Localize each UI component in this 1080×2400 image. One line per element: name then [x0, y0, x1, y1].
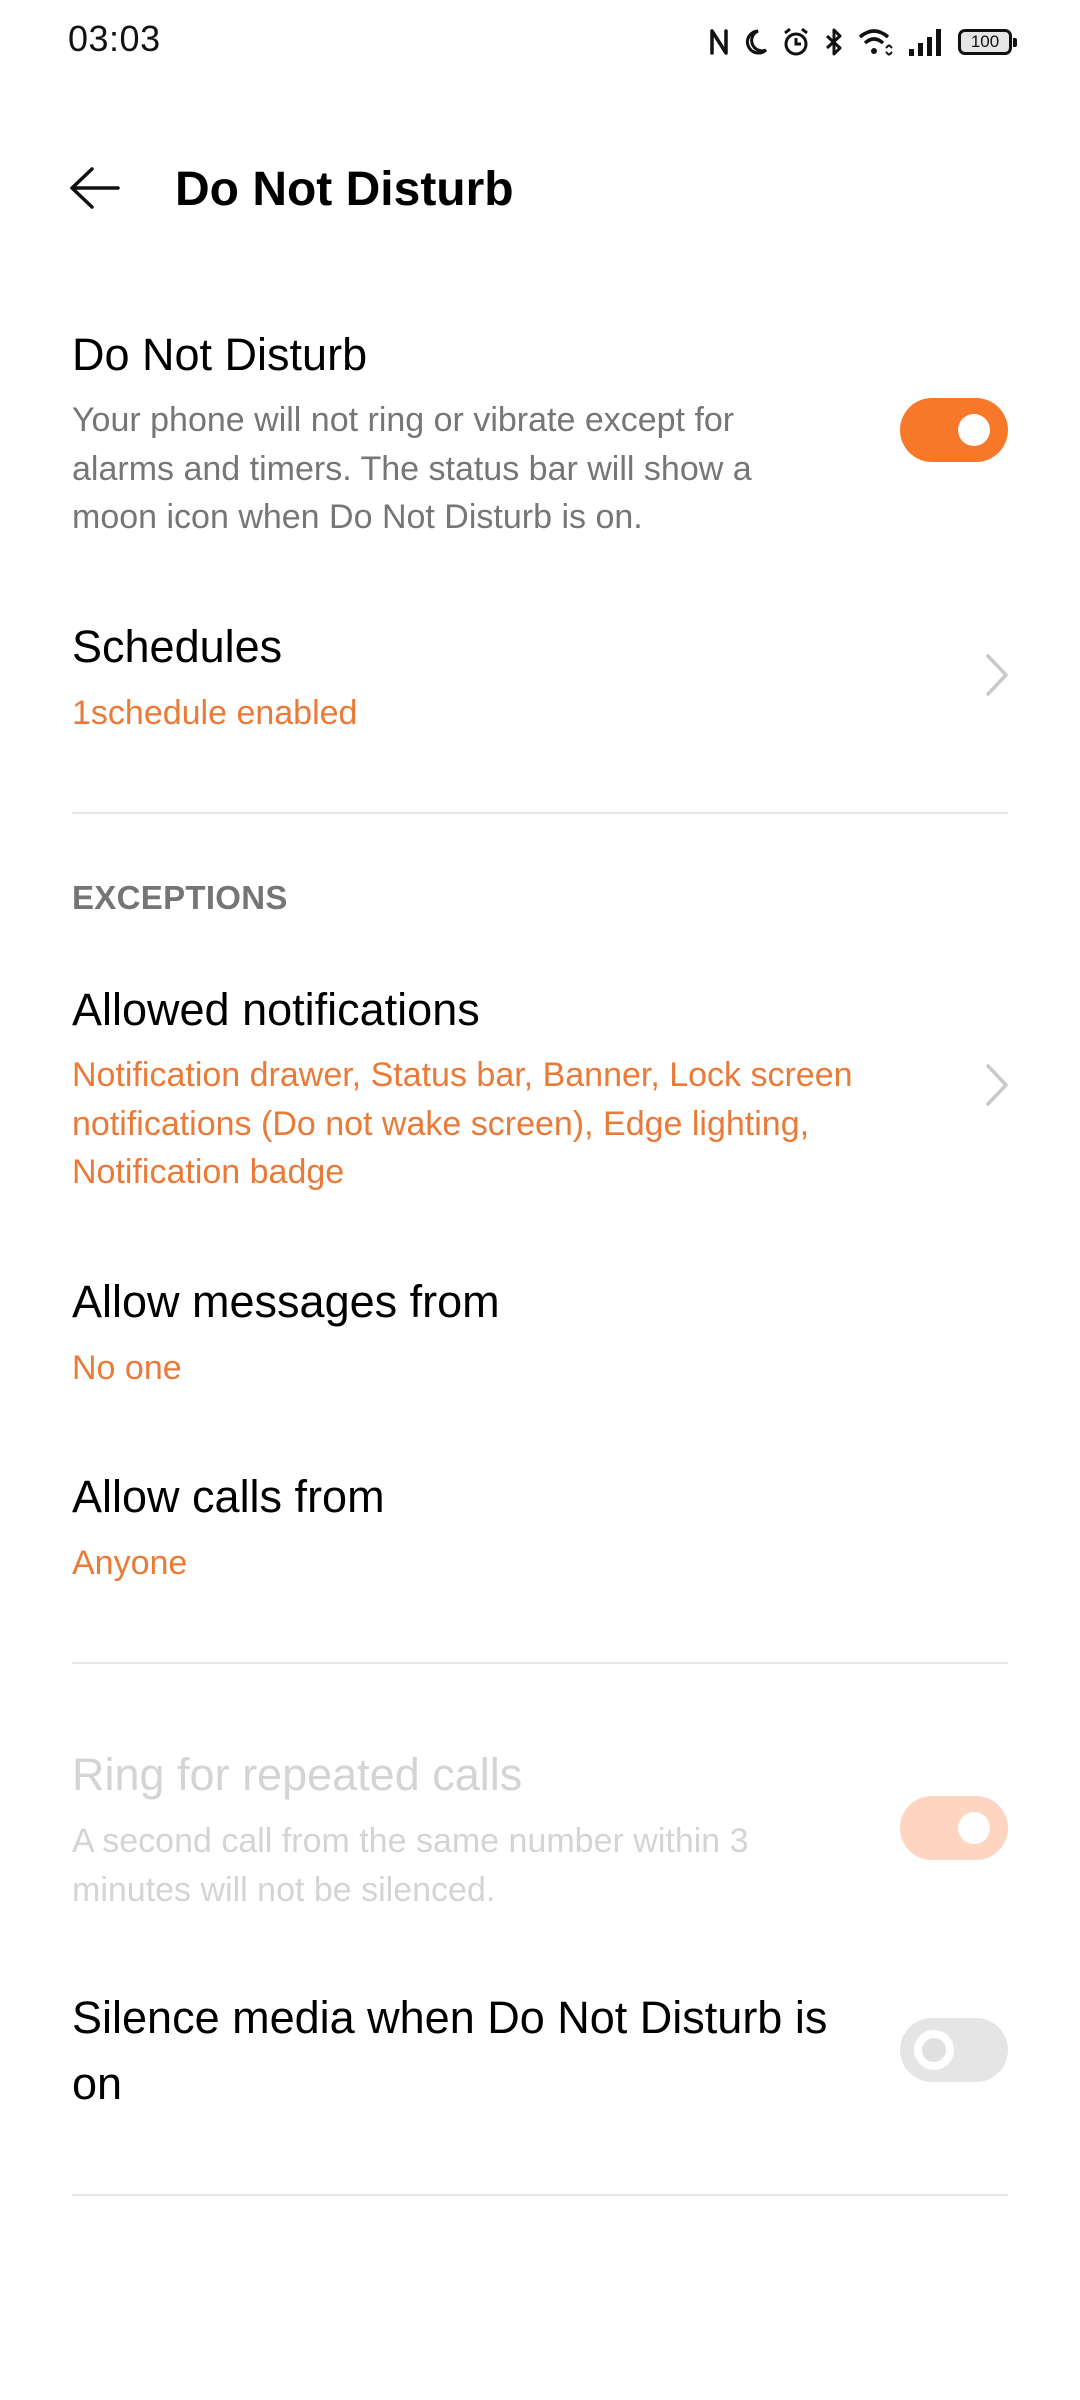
schedules-row[interactable]: Schedules 1schedule enabled — [0, 605, 1080, 745]
allow-messages-value: No one — [72, 1349, 182, 1387]
silence-media-toggle[interactable] — [900, 2018, 1008, 2082]
dnd-toggle[interactable] — [900, 398, 1008, 462]
status-time: 03:03 — [68, 18, 161, 59]
silence-media-row[interactable]: Silence media when Do Not Disturb is on — [0, 1980, 1080, 2120]
wifi-icon — [858, 27, 894, 57]
allowed-notifications-row[interactable]: Allowed notifications Notification drawe… — [0, 970, 1080, 1210]
repeated-calls-title: Ring for repeated calls — [72, 1749, 523, 1800]
repeated-calls-description: A second call from the same number withi… — [72, 1822, 749, 1909]
signal-icon — [908, 27, 944, 57]
allow-messages-row[interactable]: Allow messages from No one — [0, 1262, 1080, 1402]
toggle-thumb — [958, 414, 990, 446]
page-title: Do Not Disturb — [175, 163, 514, 216]
status-icons: 100 — [708, 22, 1017, 62]
allow-messages-title: Allow messages from — [72, 1276, 500, 1327]
moon-icon — [744, 28, 768, 56]
nfc-icon — [708, 27, 730, 57]
chevron-right-icon — [982, 650, 1012, 700]
dnd-row[interactable]: Do Not Disturb Your phone will not ring … — [0, 318, 1080, 548]
toggle-thumb — [958, 1812, 990, 1844]
battery-icon: 100 — [958, 29, 1017, 55]
alarm-icon — [782, 27, 810, 57]
allowed-notifications-title: Allowed notifications — [72, 984, 480, 1035]
dnd-title: Do Not Disturb — [72, 329, 368, 380]
section-label-exceptions: EXCEPTIONS — [72, 879, 288, 916]
schedules-title: Schedules — [72, 621, 283, 672]
allow-calls-title: Allow calls from — [72, 1471, 385, 1522]
schedules-subtitle: 1schedule enabled — [72, 694, 358, 732]
repeated-calls-row: Ring for repeated calls A second call fr… — [0, 1735, 1080, 1925]
divider — [72, 2194, 1008, 2196]
allowed-notifications-subtitle: Notification drawer, Status bar, Banner,… — [72, 1056, 853, 1191]
toggle-thumb — [914, 2030, 954, 2070]
allow-calls-row[interactable]: Allow calls from Anyone — [0, 1457, 1080, 1597]
divider — [72, 812, 1008, 814]
dnd-description: Your phone will not ring or vibrate exce… — [72, 401, 752, 536]
repeated-calls-toggle — [900, 1796, 1008, 1860]
back-button[interactable] — [56, 160, 132, 220]
allow-calls-value: Anyone — [72, 1544, 188, 1582]
chevron-right-icon — [982, 1060, 1012, 1110]
silence-media-title: Silence media when Do Not Disturb is on — [72, 1992, 828, 2109]
bluetooth-icon — [824, 27, 844, 57]
divider — [72, 1662, 1008, 1664]
arrow-left-icon — [68, 166, 120, 215]
